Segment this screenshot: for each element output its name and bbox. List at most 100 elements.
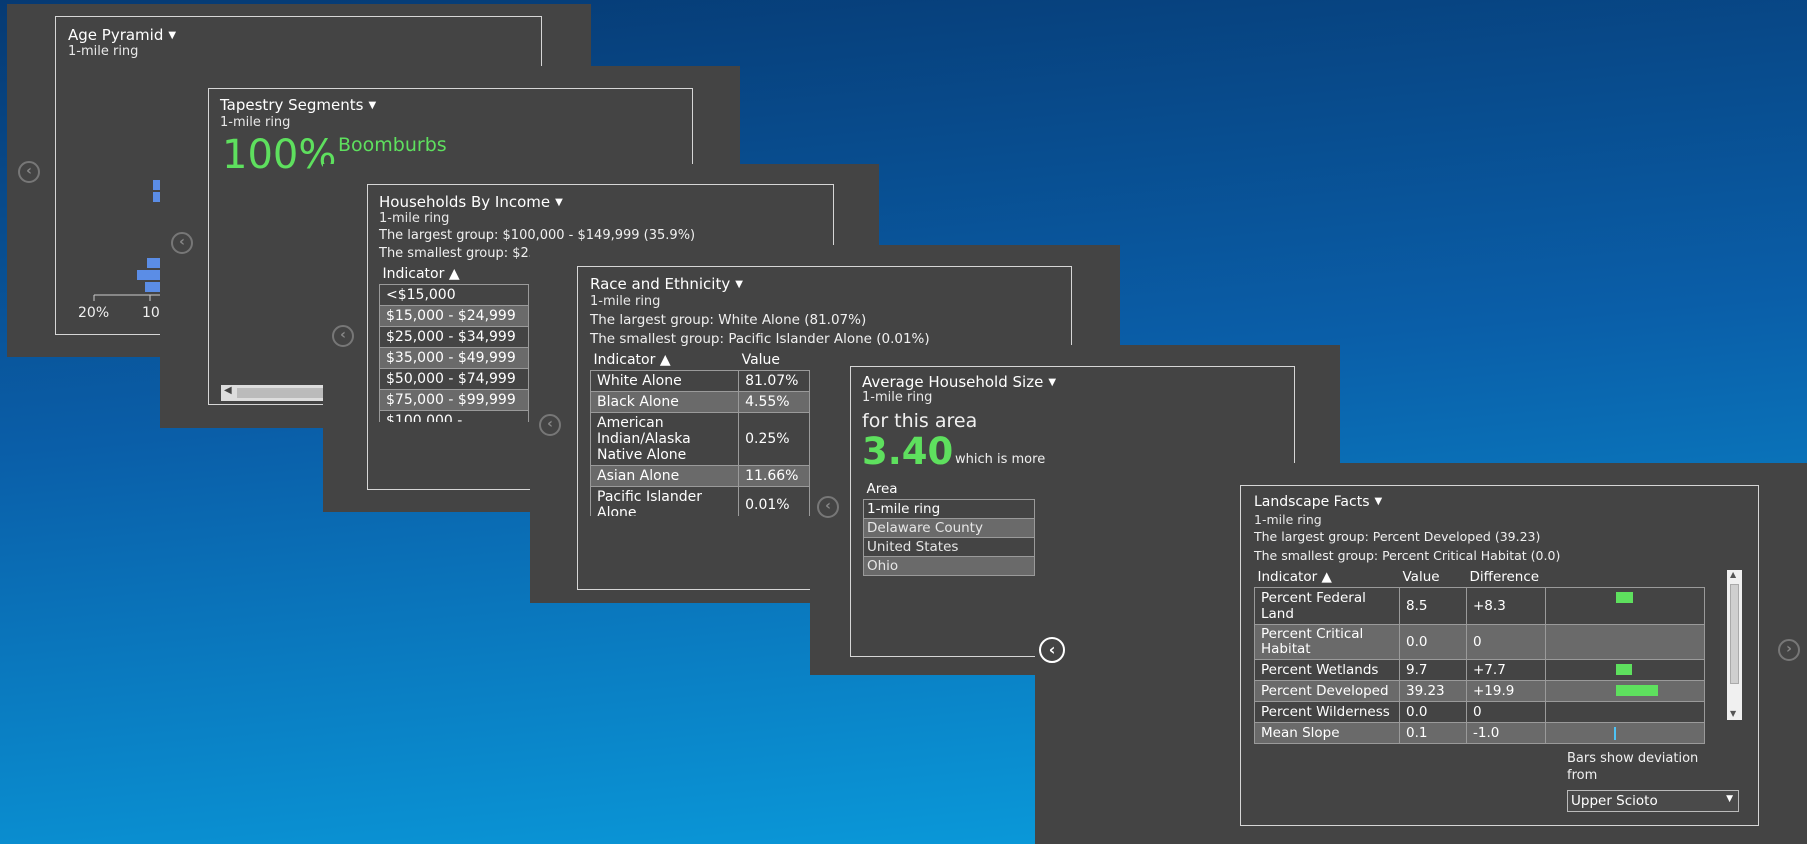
income-row[interactable]: $15,000 - $24,999 — [379, 305, 529, 327]
landscape-row-diff: +8.3 — [1466, 587, 1546, 625]
chevron-down-icon: ▼ — [1726, 794, 1733, 804]
chevron-left-circle-icon[interactable]: ‹ — [332, 325, 354, 347]
vertical-scrollbar[interactable]: ▲ ▼ — [1727, 570, 1742, 720]
household-size-row[interactable]: Ohio — [863, 556, 1035, 576]
triangle-down-icon: ▼ — [735, 279, 743, 290]
scrollbar-thumb[interactable] — [1730, 584, 1739, 684]
household-size-title-text: Average Household Size — [862, 373, 1044, 391]
race-row-value: 0.01% — [738, 486, 810, 516]
income-title[interactable]: Households By Income ▼ — [379, 193, 563, 211]
race-subtitle: 1-mile ring — [590, 294, 661, 309]
compare-select[interactable]: Upper Scioto ▼ — [1567, 790, 1739, 812]
income-row[interactable]: $35,000 - $49,999 — [379, 347, 529, 369]
landscape-row-bar-cell — [1544, 680, 1705, 702]
tapestry-subtitle: 1-mile ring — [220, 115, 291, 130]
landscape-title-text: Landscape Facts — [1254, 494, 1370, 510]
chevron-left-circle-icon[interactable]: ‹ — [18, 161, 40, 183]
race-row-name[interactable]: Pacific Islander Alone — [590, 486, 740, 516]
race-row-name[interactable]: Black Alone — [590, 391, 740, 413]
age-pyramid-subtitle: 1-mile ring — [68, 44, 139, 59]
race-title[interactable]: Race and Ethnicity ▼ — [590, 275, 743, 293]
household-size-row[interactable]: Delaware County — [863, 518, 1035, 538]
deviation-bar — [1615, 685, 1658, 696]
scrollbar-thumb[interactable] — [237, 388, 327, 398]
tapestry-segment-name: Boomburbs — [338, 134, 447, 156]
landscape-row-name[interactable]: Percent Critical Habitat — [1254, 624, 1400, 660]
landscape-subtitle: 1-mile ring — [1254, 512, 1322, 527]
income-row[interactable]: $100,000 - $149,999 — [379, 410, 529, 422]
race-row-name[interactable]: White Alone — [590, 370, 740, 392]
household-size-table: Area 1-mile ring Delaware County United … — [863, 479, 1035, 576]
landscape-row-diff: 0 — [1466, 701, 1546, 723]
race-col-indicator[interactable]: Indicator ▲ — [591, 350, 739, 371]
landscape-row-name[interactable]: Percent Developed — [1254, 680, 1400, 702]
tapestry-percent: 100% — [222, 132, 337, 178]
landscape-smallest: The smallest group: Percent Critical Hab… — [1254, 548, 1561, 563]
chevron-right-circle-icon[interactable]: › — [1778, 639, 1800, 661]
table-row: Percent Federal Land 8.5 +8.3 — [1254, 587, 1705, 625]
landscape-row-bar-cell — [1544, 701, 1705, 723]
age-pyramid-title-text: Age Pyramid — [68, 26, 164, 44]
income-col-indicator[interactable]: Indicator ▲ — [380, 264, 529, 285]
race-col-value[interactable]: Value — [739, 350, 810, 371]
household-size-subtitle: 1-mile ring — [862, 390, 933, 405]
scroll-down-icon[interactable]: ▼ — [1730, 709, 1736, 718]
chevron-left-circle-icon[interactable]: ‹ — [817, 496, 839, 518]
landscape-row-bar-cell — [1544, 624, 1705, 660]
landscape-row-name[interactable]: Mean Slope — [1254, 722, 1400, 744]
income-subtitle: 1-mile ring — [379, 211, 450, 226]
chevron-left-circle-icon[interactable]: ‹ — [1039, 637, 1065, 663]
income-row[interactable]: <$15,000 — [379, 284, 529, 306]
income-row[interactable]: $50,000 - $74,999 — [379, 368, 529, 390]
landscape-row-bar-cell — [1544, 587, 1705, 625]
household-size-title[interactable]: Average Household Size ▼ — [862, 373, 1056, 391]
landscape-title[interactable]: Landscape Facts ▼ — [1254, 494, 1382, 510]
landscape-row-value: 0.1 — [1399, 722, 1467, 744]
landscape-col-difference[interactable]: Difference — [1467, 567, 1546, 588]
scroll-up-icon[interactable]: ▲ — [1730, 570, 1736, 579]
race-table-wrap: Indicator ▲ Value White Alone 81.07% Blac… — [590, 350, 810, 516]
income-row[interactable]: $25,000 - $34,999 — [379, 326, 529, 348]
race-largest: The largest group: White Alone (81.07%) — [590, 312, 867, 328]
chevron-left-circle-icon[interactable]: ‹ — [539, 414, 561, 436]
table-row: Percent Wetlands 9.7 +7.7 — [1254, 659, 1705, 681]
table-row: Percent Wilderness 0.0 0 — [1254, 701, 1705, 723]
race-row-name[interactable]: American Indian/Alaska Native Alone — [590, 412, 740, 466]
triangle-down-icon: ▼ — [368, 100, 377, 111]
race-row-value: 4.55% — [738, 391, 810, 413]
household-size-row[interactable]: 1-mile ring — [863, 499, 1035, 519]
pyramid-tick-label: 10 — [142, 305, 160, 321]
landscape-col-indicator[interactable]: Indicator ▲ — [1255, 567, 1400, 588]
triangle-down-icon: ▼ — [168, 30, 177, 41]
household-size-col-area[interactable]: Area — [864, 479, 1035, 500]
landscape-row-value: 0.0 — [1399, 701, 1467, 723]
age-pyramid-title[interactable]: Age Pyramid ▼ — [68, 26, 176, 44]
compare-select-value: Upper Scioto — [1571, 793, 1658, 809]
household-size-which: which is more — [955, 452, 1046, 467]
household-size-row[interactable]: United States — [863, 537, 1035, 557]
tapestry-title[interactable]: Tapestry Segments ▼ — [220, 96, 376, 114]
landscape-row-diff: -1.0 — [1466, 722, 1546, 744]
race-row-value: 0.25% — [738, 412, 810, 466]
landscape-row-name[interactable]: Percent Wetlands — [1254, 659, 1400, 681]
deviation-bar — [1615, 664, 1632, 675]
scroll-left-icon[interactable]: ◀ — [224, 385, 232, 396]
landscape-row-name[interactable]: Percent Federal Land — [1254, 587, 1400, 625]
race-row-value: 11.66% — [738, 465, 810, 487]
race-row-name[interactable]: Asian Alone — [590, 465, 740, 487]
household-size-for-area: for this area — [862, 410, 978, 432]
horizontal-scrollbar[interactable]: ◀ — [221, 385, 331, 401]
income-largest: The largest group: $100,000 - $149,999 (… — [379, 228, 696, 243]
income-row[interactable]: $75,000 - $99,999 — [379, 389, 529, 411]
tapestry-title-text: Tapestry Segments — [220, 96, 364, 114]
chevron-left-circle-icon[interactable]: ‹ — [171, 232, 193, 254]
table-row: Percent Developed 39.23 +19.9 — [1254, 680, 1705, 702]
deviation-bar — [1615, 592, 1633, 603]
landscape-row-diff: 0 — [1466, 624, 1546, 660]
landscape-panel: Landscape Facts ▼ 1-mile ring The largest… — [1035, 463, 1807, 844]
triangle-down-icon: ▼ — [1374, 496, 1383, 507]
landscape-row-name[interactable]: Percent Wilderness — [1254, 701, 1400, 723]
landscape-col-value[interactable]: Value — [1400, 567, 1467, 588]
age-pyramid-chart — [93, 180, 167, 301]
landscape-row-value: 9.7 — [1399, 659, 1467, 681]
